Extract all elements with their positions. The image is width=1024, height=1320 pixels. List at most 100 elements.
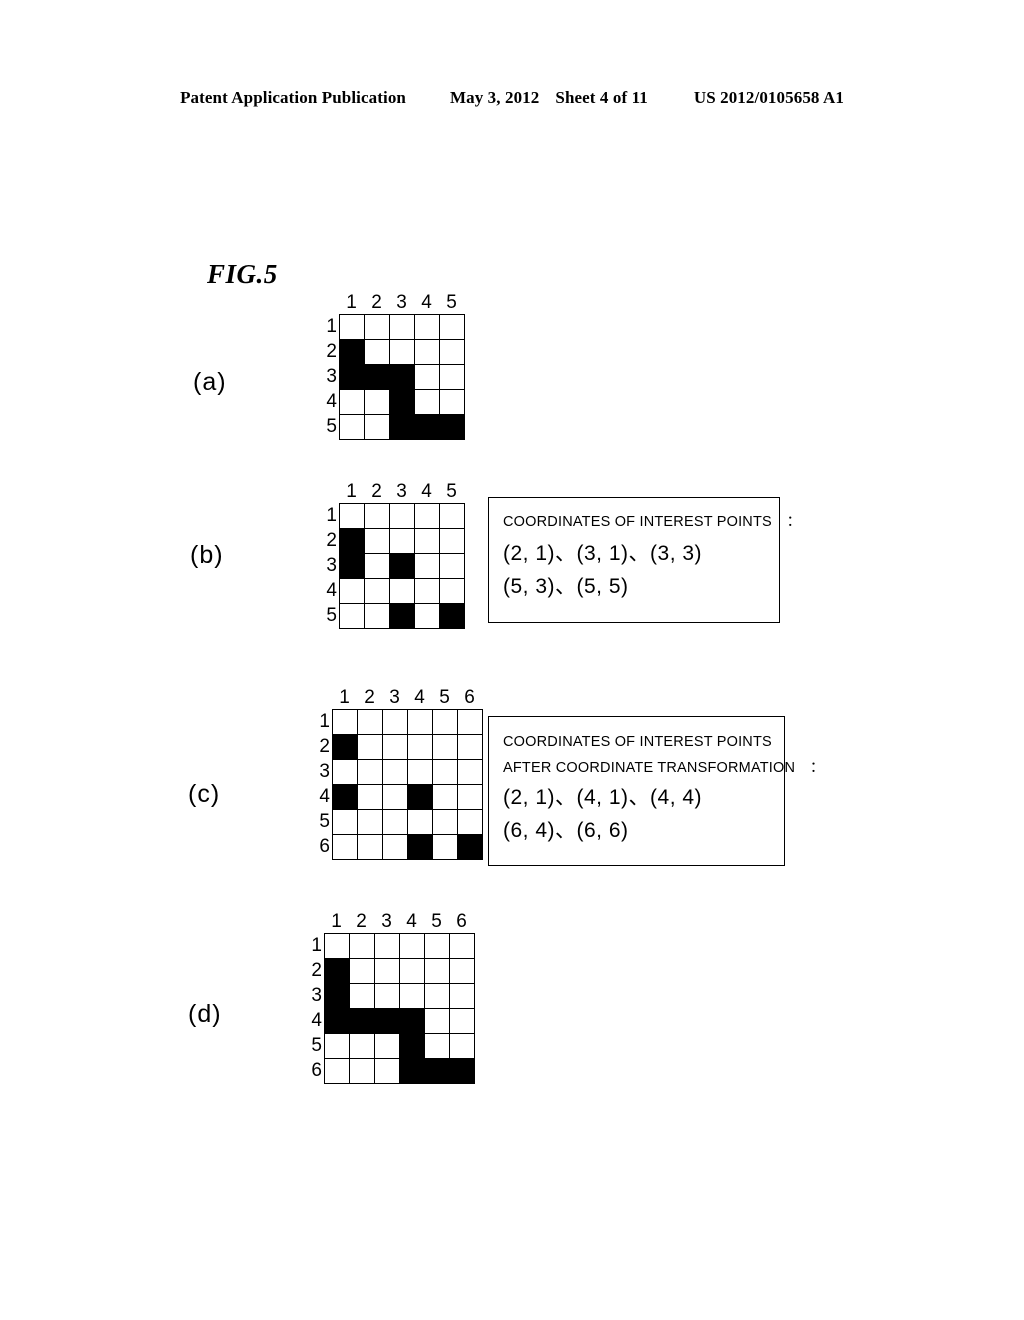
grid-cell	[333, 735, 358, 760]
grid-row-header: 3	[311, 985, 322, 1006]
patent-header: Patent Application Publication May 3, 20…	[0, 88, 1024, 108]
grid-cell	[440, 579, 465, 604]
figure-title: FIG.5	[207, 259, 278, 289]
grid-row-header: 5	[311, 1035, 322, 1056]
grid-row-header: 2	[326, 341, 337, 362]
grid-row-headers-d: 1 2 3 4 5 6	[300, 933, 322, 1083]
grid-cell	[425, 959, 450, 984]
grid-row-header: 2	[319, 736, 330, 757]
grid-cell	[415, 579, 440, 604]
grid-cell	[415, 390, 440, 415]
grid-column-header: 1	[346, 292, 357, 313]
grid-cell	[425, 984, 450, 1009]
grid-cell	[383, 735, 408, 760]
grid-cell	[400, 1009, 425, 1034]
grid-cell	[365, 390, 390, 415]
grid-cell	[390, 579, 415, 604]
grid-cell	[383, 760, 408, 785]
grid-row-headers-a: 1 2 3 4 5	[315, 314, 337, 439]
grid-cell	[365, 415, 390, 440]
grid-cell	[390, 365, 415, 390]
header-sheet: Sheet 4 of 11	[555, 88, 648, 107]
grid-cell	[440, 415, 465, 440]
grid-cell	[433, 710, 458, 735]
grid-cell	[325, 934, 350, 959]
grid-cell	[415, 554, 440, 579]
grid-cell	[440, 340, 465, 365]
grid-column-headers-a: 12345	[339, 289, 464, 313]
grid-cell	[458, 710, 483, 735]
grid-row-headers-b: 1 2 3 4 5	[315, 503, 337, 628]
grid-row-header: 3	[326, 366, 337, 387]
grid-cell	[440, 504, 465, 529]
grid-row-header: 2	[326, 530, 337, 551]
grid-cell	[440, 365, 465, 390]
grid-cell	[365, 554, 390, 579]
grid-cell	[375, 1034, 400, 1059]
panel-label-c: (c)	[188, 780, 221, 808]
grid-column-header: 4	[421, 292, 432, 313]
grid-column-header: 1	[346, 481, 357, 502]
panel-label-b: (b)	[190, 541, 224, 569]
grid-cell	[358, 710, 383, 735]
grid-cell	[340, 504, 365, 529]
grid-column-header: 5	[439, 687, 450, 708]
grid-cell	[433, 735, 458, 760]
grid-cell	[458, 835, 483, 860]
grid-column-header: 6	[464, 687, 475, 708]
grid-cells-c	[332, 709, 483, 860]
grid-cell	[390, 529, 415, 554]
grid-column-headers-b: 12345	[339, 478, 464, 502]
grid-cell	[433, 835, 458, 860]
grid-cell	[365, 579, 390, 604]
grid-row-header: 4	[326, 391, 337, 412]
grid-cell	[340, 579, 365, 604]
grid-column-header: 6	[456, 911, 467, 932]
grid-cell	[375, 959, 400, 984]
grid-cell	[415, 340, 440, 365]
textbox-b-coordinates-line-1: (2, 1)、(3, 1)、(3, 3)	[503, 542, 703, 565]
grid-cell	[400, 934, 425, 959]
grid-cell	[408, 810, 433, 835]
grid-column-header: 4	[414, 687, 425, 708]
grid-row-header: 4	[319, 786, 330, 807]
grid-column-header: 2	[371, 292, 382, 313]
grid-cell	[340, 340, 365, 365]
grid-row-header: 4	[326, 580, 337, 601]
textbox-c-coordinates-line-1: (2, 1)、(4, 1)、(4, 4)	[503, 786, 703, 809]
textbox-b-heading-line-1: COORDINATES OF INTEREST POINTS ：	[503, 514, 802, 530]
grid-cell	[358, 810, 383, 835]
grid-cell	[440, 529, 465, 554]
grid-cell	[415, 504, 440, 529]
grid-row-header: 3	[319, 761, 330, 782]
grid-cell	[340, 529, 365, 554]
grid-column-header: 1	[339, 687, 350, 708]
grid-row-headers-c: 1 2 3 4 5 6	[308, 709, 330, 859]
grid-cell	[333, 785, 358, 810]
grid-column-header: 2	[364, 687, 375, 708]
grid-cell	[365, 529, 390, 554]
grid-cell	[375, 934, 400, 959]
grid-column-header: 3	[381, 911, 392, 932]
grid-cell	[400, 984, 425, 1009]
grid-column-header: 5	[446, 481, 457, 502]
grid-cell	[350, 959, 375, 984]
grid-cell	[415, 529, 440, 554]
grid-cell	[350, 1059, 375, 1084]
grid-row-header: 3	[326, 555, 337, 576]
grid-cell	[333, 760, 358, 785]
grid-row-header: 1	[311, 935, 322, 956]
grid-cell	[325, 1059, 350, 1084]
grid-cell	[340, 554, 365, 579]
grid-cell	[383, 810, 408, 835]
grid-cell	[458, 810, 483, 835]
grid-column-header: 3	[396, 292, 407, 313]
grid-cell	[433, 760, 458, 785]
grid-cell	[408, 735, 433, 760]
grid-row-header: 6	[311, 1060, 322, 1081]
grid-column-header: 4	[421, 481, 432, 502]
grid-cell	[365, 504, 390, 529]
grid-row-header: 1	[326, 316, 337, 337]
textbox-c-heading-line-1: COORDINATES OF INTEREST POINTS	[503, 734, 772, 750]
grid-cell	[450, 1034, 475, 1059]
